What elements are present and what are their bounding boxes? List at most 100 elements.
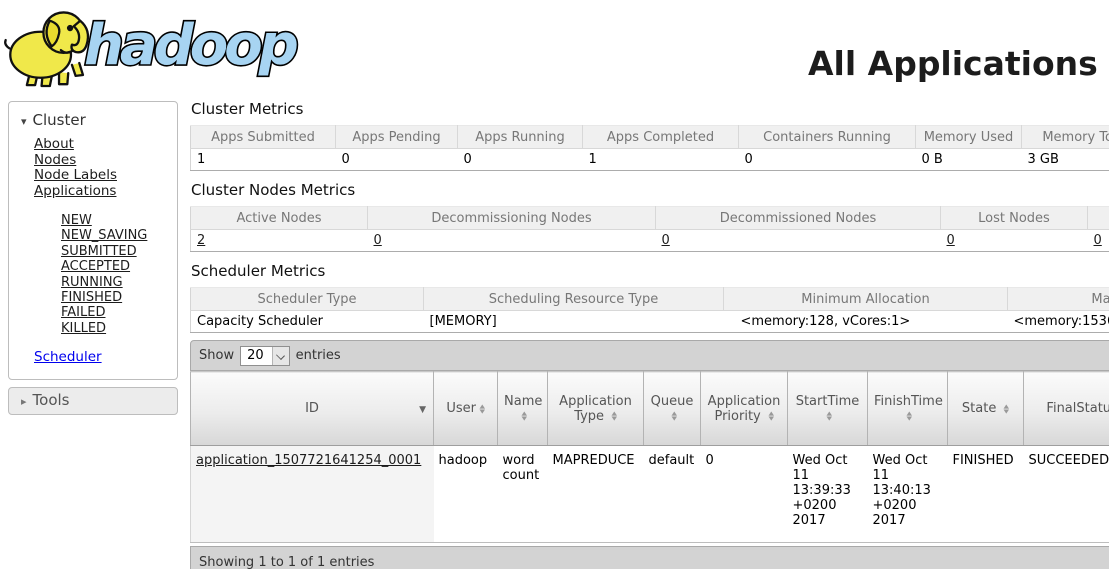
sidebar-item-accepted[interactable]: ACCEPTED (61, 259, 177, 274)
sidebar-item-node-labels[interactable]: Node Labels (34, 168, 177, 184)
sidebar-item-running[interactable]: RUNNING (61, 275, 177, 290)
apps-completed-value: 1 (583, 149, 739, 171)
sidebar-item-scheduler[interactable]: Scheduler (34, 349, 177, 365)
col-lost-nodes: Lost Nodes (941, 207, 1088, 230)
cluster-metrics-title: Cluster Metrics (190, 96, 1109, 118)
col-state[interactable]: State ▲▼ (948, 372, 1024, 446)
col-apps-submitted: Apps Submitted (191, 126, 336, 149)
app-user-cell: hadoop (434, 446, 498, 543)
table-row: Capacity Scheduler [MEMORY] <memory:128,… (191, 311, 1109, 333)
app-queue-cell: default (644, 446, 701, 543)
sidebar-item-submitted[interactable]: SUBMITTED (61, 244, 177, 259)
sidebar-cluster-links: About Nodes Node Labels Applications (9, 137, 177, 199)
app-name-cell: word count (498, 446, 548, 543)
col-scheduling-resource-type: Scheduling Resource Type (424, 288, 724, 311)
cluster-nodes-metrics-table: Active Nodes Decommissioning Nodes Decom… (190, 206, 1109, 252)
sidebar-item-killed[interactable]: KILLED (61, 321, 177, 336)
apps-submitted-value: 1 (191, 149, 336, 171)
app-priority-cell: 0 (701, 446, 788, 543)
table-header-row: Apps Submitted Apps Pending Apps Running… (191, 126, 1109, 149)
col-application-priority[interactable]: Application Priority ▲▼ (701, 372, 788, 446)
apps-running-value: 0 (458, 149, 583, 171)
decommissioned-nodes-link[interactable]: 0 (662, 233, 670, 248)
col-finishtime[interactable]: FinishTime ▲▼ (868, 372, 948, 446)
sidebar-app-state-links: NEW NEW_SAVING SUBMITTED ACCEPTED RUNNIN… (9, 213, 177, 336)
sidebar-tools-header[interactable]: ▸Tools (8, 387, 178, 415)
unhealthy-nodes-link[interactable]: 0 (1094, 233, 1102, 248)
col-unhealthy-nodes (1088, 207, 1109, 230)
scheduler-metrics-table: Scheduler Type Scheduling Resource Type … (190, 287, 1109, 333)
chevron-down-icon (272, 347, 289, 365)
sort-both-icon: ▲▼ (522, 411, 527, 421)
col-finalstatus[interactable]: FinalStatus ▲▼ (1024, 372, 1109, 446)
scheduling-resource-type-value: [MEMORY] (424, 311, 724, 333)
col-active-nodes: Active Nodes (191, 207, 368, 230)
app-id-cell: application_1507721641254_0001 (191, 446, 434, 543)
table-header-row: Scheduler Type Scheduling Resource Type … (191, 288, 1109, 311)
sidebar: ▾ Cluster About Nodes Node Labels Applica… (8, 101, 178, 415)
page-title: All Applications (808, 44, 1098, 83)
apps-table-footer: Showing 1 to 1 of 1 entries (190, 546, 1109, 569)
sort-both-icon: ▲▼ (827, 411, 832, 421)
chevron-down-icon: ▾ (21, 115, 27, 128)
col-starttime[interactable]: StartTime ▲▼ (788, 372, 868, 446)
sidebar-cluster-header[interactable]: ▾ Cluster (9, 108, 177, 137)
hadoop-wordmark: hadoop (80, 2, 315, 87)
cluster-nodes-metrics-title: Cluster Nodes Metrics (190, 177, 1109, 199)
col-application-type[interactable]: Application Type ▲▼ (548, 372, 644, 446)
sort-both-icon: ▲▼ (1004, 404, 1009, 414)
active-nodes-link[interactable]: 2 (197, 233, 205, 248)
col-decommissioning-nodes: Decommissioning Nodes (368, 207, 656, 230)
table-row: 1 0 0 1 0 0 B 3 GB (191, 149, 1109, 171)
sort-both-icon: ▲▼ (480, 404, 485, 414)
col-id[interactable]: ID▼ (191, 372, 434, 446)
sidebar-item-new[interactable]: NEW (61, 213, 177, 228)
scheduler-type-value: Capacity Scheduler (191, 311, 424, 333)
app-finalstatus-cell: SUCCEEDED (1024, 446, 1109, 543)
col-containers-running: Containers Running (739, 126, 916, 149)
col-apps-completed: Apps Completed (583, 126, 739, 149)
brand-text: hadoop (84, 13, 297, 78)
app-finishtime-cell: Wed Oct 11 13:40:13 +0200 2017 (868, 446, 948, 543)
table-row: 2 0 0 0 0 (191, 230, 1109, 252)
col-apps-pending: Apps Pending (336, 126, 458, 149)
sidebar-cluster-panel: ▾ Cluster About Nodes Node Labels Applica… (8, 101, 178, 380)
col-decommissioned-nodes: Decommissioned Nodes (656, 207, 941, 230)
sidebar-cluster-label: Cluster (33, 111, 86, 129)
memory-total-value: 3 GB (1022, 149, 1109, 171)
application-id-link[interactable]: application_1507721641254_0001 (196, 453, 421, 468)
apps-pending-value: 0 (336, 149, 458, 171)
app-starttime-cell: Wed Oct 11 13:39:33 +0200 2017 (788, 446, 868, 543)
decommissioning-nodes-link[interactable]: 0 (374, 233, 382, 248)
sidebar-item-finished[interactable]: FINISHED (61, 290, 177, 305)
col-user[interactable]: User▲▼ (434, 372, 498, 446)
yarn-all-applications-page: hadoop All Applications ▾ Cluster About N… (0, 0, 1109, 569)
sidebar-item-new-saving[interactable]: NEW_SAVING (61, 228, 177, 243)
col-apps-running: Apps Running (458, 126, 583, 149)
showing-entries-text: Showing 1 to 1 of 1 entries (199, 555, 374, 569)
cluster-metrics-table: Apps Submitted Apps Pending Apps Running… (190, 125, 1109, 171)
col-memory-used: Memory Used (916, 126, 1022, 149)
lost-nodes-link[interactable]: 0 (947, 233, 955, 248)
minimum-allocation-value: <memory:128, vCores:1> (724, 311, 1008, 333)
sort-both-icon: ▲▼ (769, 411, 774, 421)
sidebar-item-applications[interactable]: Applications (34, 184, 177, 200)
table-header-row: Active Nodes Decommissioning Nodes Decom… (191, 207, 1109, 230)
col-name[interactable]: Name ▲▼ (498, 372, 548, 446)
sidebar-tools-label: Tools (33, 391, 70, 409)
apps-table-toolbar: Show 20 entries (190, 340, 1109, 371)
sidebar-item-failed[interactable]: FAILED (61, 305, 177, 320)
containers-running-value: 0 (739, 149, 916, 171)
page-size-select[interactable]: 20 (240, 346, 290, 366)
col-memory-total: Memory Total (1022, 126, 1109, 149)
entries-label: entries (296, 348, 341, 363)
col-scheduler-type: Scheduler Type (191, 288, 424, 311)
sidebar-item-about[interactable]: About (34, 137, 177, 153)
sidebar-item-nodes[interactable]: Nodes (34, 153, 177, 169)
maximum-allocation-value: <memory:1536, vCores:4> (1008, 311, 1109, 333)
col-queue[interactable]: Queue ▲▼ (644, 372, 701, 446)
app-type-cell: MAPREDUCE (548, 446, 644, 543)
applications-table: ID▼ User▲▼ Name ▲▼ Application Type ▲▼ Q… (190, 371, 1109, 543)
sort-both-icon: ▲▼ (612, 411, 617, 421)
col-minimum-allocation: Minimum Allocation (724, 288, 1008, 311)
